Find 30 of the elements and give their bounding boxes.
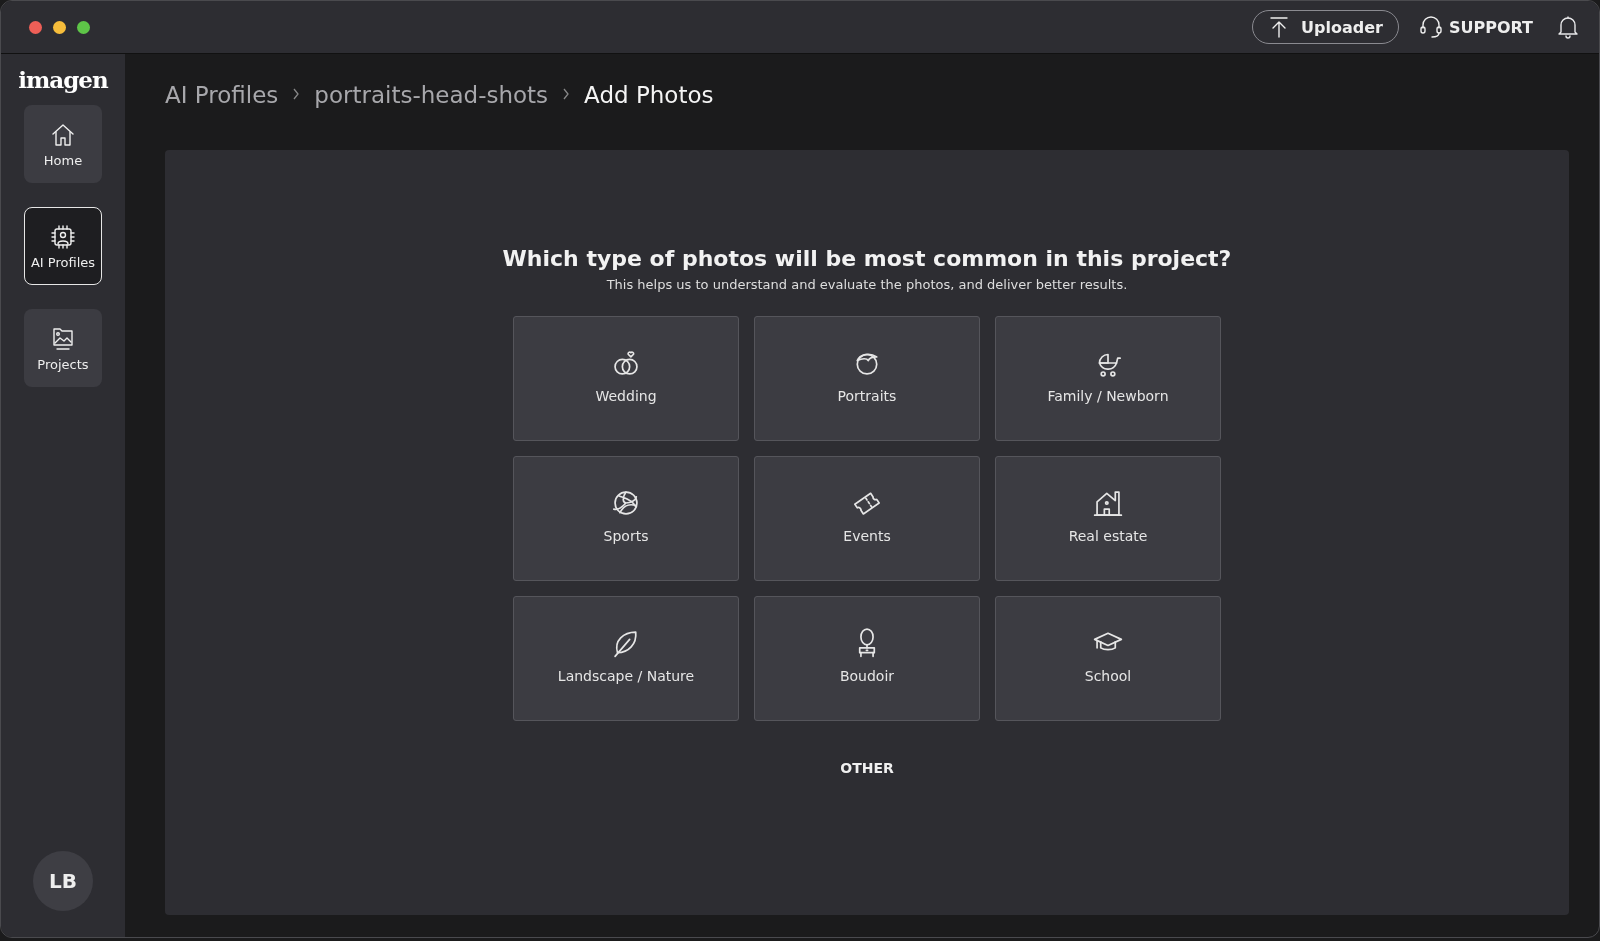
headset-icon <box>1418 16 1443 38</box>
imagen-logo[interactable]: imagen <box>18 66 108 93</box>
question-subtitle: This helps us to understand and evaluate the photos, and deliver better results. <box>606 277 1128 292</box>
support-link[interactable]: SUPPORT <box>1418 16 1533 38</box>
chevron-icon <box>292 86 301 101</box>
photo-type-card[interactable]: Events <box>754 456 980 581</box>
photo-type-card[interactable]: School <box>995 596 1221 721</box>
photo-type-card[interactable]: Family / Newborn <box>995 316 1221 441</box>
photo-type-card[interactable]: Wedding <box>513 316 739 441</box>
notification-bell-icon[interactable] <box>1557 15 1579 39</box>
question-title: Which type of photos will be most common in this project? <box>502 246 1232 271</box>
chip-person-icon <box>49 222 77 251</box>
close-window-button[interactable] <box>29 20 42 34</box>
breadcrumb-current: Add Photos <box>584 82 714 108</box>
upload-arrow-icon <box>1269 16 1289 38</box>
breadcrumb-link[interactable]: portraits-head-shots <box>314 82 549 108</box>
photo-type-card[interactable]: Boudoir <box>754 596 980 721</box>
photo-type-card[interactable]: Sports <box>513 456 739 581</box>
other-button[interactable]: OTHER <box>834 759 900 777</box>
nav-item[interactable]: Home <box>24 105 102 183</box>
photo-type-card[interactable]: Landscape / Nature <box>513 596 739 721</box>
nav-item[interactable]: AI Profiles <box>24 207 102 285</box>
photo-type-card[interactable]: Portraits <box>754 316 980 441</box>
breadcrumb-link[interactable]: AI Profiles <box>165 82 279 108</box>
minimize-window-button[interactable] <box>53 20 66 34</box>
nav-item[interactable]: Projects <box>24 309 102 387</box>
zoom-window-button[interactable] <box>77 20 90 34</box>
user-avatar[interactable]: LB <box>33 851 93 911</box>
photo-type-card[interactable]: Real estate <box>995 456 1221 581</box>
chevron-icon <box>562 86 571 101</box>
